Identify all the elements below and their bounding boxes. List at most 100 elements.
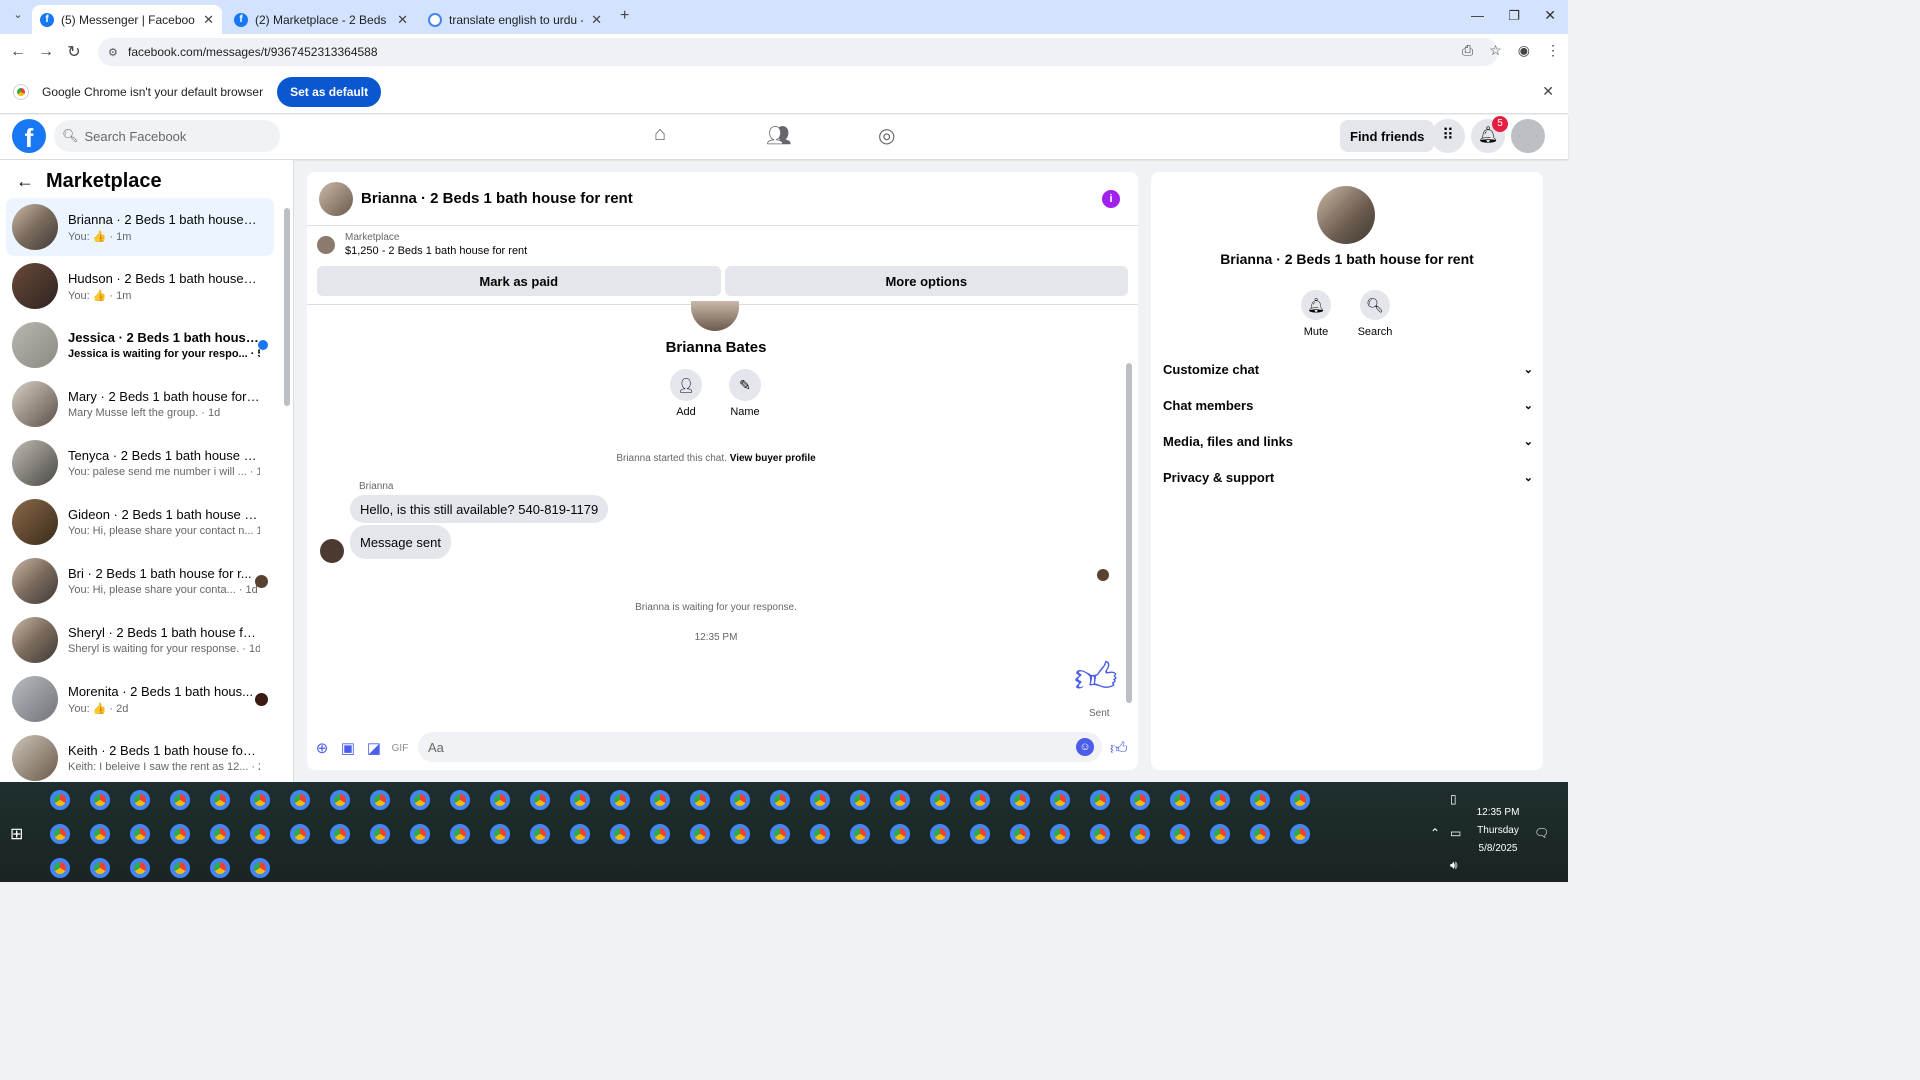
taskbar-app-icon[interactable] xyxy=(360,784,400,816)
taskbar-app-icon[interactable] xyxy=(240,852,280,884)
taskbar-app-icon[interactable] xyxy=(600,818,640,850)
set-as-default-button[interactable]: Set as default xyxy=(277,76,382,107)
facebook-logo[interactable]: f xyxy=(12,119,46,153)
taskbar-app-icon[interactable] xyxy=(560,818,600,850)
chat-members-section[interactable]: Chat members ⌄ xyxy=(1163,390,1533,420)
taskbar-app-icon[interactable] xyxy=(800,784,840,816)
close-window-icon[interactable]: ✕ xyxy=(1544,7,1556,24)
taskbar-app-icon[interactable] xyxy=(1080,784,1120,816)
taskbar-app-icon[interactable] xyxy=(400,784,440,816)
taskbar-app-icon[interactable] xyxy=(760,784,800,816)
taskbar-app-icon[interactable] xyxy=(920,784,960,816)
add-button[interactable]: 👤︎ Add xyxy=(666,369,706,418)
privacy-support-section[interactable]: Privacy & support ⌄ xyxy=(1163,462,1533,492)
find-friends-button[interactable]: Find friends xyxy=(1340,120,1435,152)
taskbar-app-icon[interactable] xyxy=(120,818,160,850)
taskbar-app-icon[interactable] xyxy=(1280,818,1320,850)
taskbar-app-icon[interactable] xyxy=(160,818,200,850)
site-info-icon[interactable]: ⚙ xyxy=(108,46,118,59)
close-tab-icon[interactable]: ✕ xyxy=(591,12,602,28)
conversation-item[interactable]: Sheryl · 2 Beds 1 bath house for ... Sher… xyxy=(6,611,274,669)
taskbar-app-icon[interactable] xyxy=(960,818,1000,850)
taskbar-app-icon[interactable] xyxy=(80,818,120,850)
home-icon[interactable]: ⌂ xyxy=(654,123,666,146)
close-tab-icon[interactable]: ✕ xyxy=(203,12,214,28)
name-button[interactable]: ✎ Name xyxy=(725,369,765,418)
gif-icon[interactable]: GIF xyxy=(387,743,413,754)
volume-icon[interactable]: 🔊︎ xyxy=(1450,858,1458,873)
taskbar-app-icon[interactable] xyxy=(760,818,800,850)
new-tab-icon[interactable]: + xyxy=(620,7,629,25)
taskbar-app-icon[interactable] xyxy=(440,818,480,850)
message-input[interactable]: Aa ☺ xyxy=(418,732,1102,762)
taskbar-app-icon[interactable] xyxy=(1000,784,1040,816)
taskbar-app-icon[interactable] xyxy=(360,818,400,850)
system-clock[interactable]: 12:35 PM Thursday 5/8/2025 xyxy=(1468,804,1528,858)
scrollbar-thumb[interactable] xyxy=(284,208,290,406)
menu-dots-icon[interactable]: ⋮ xyxy=(1546,42,1560,59)
taskbar-app-icon[interactable] xyxy=(800,818,840,850)
taskbar-app-icon[interactable] xyxy=(1040,784,1080,816)
taskbar-app-icon[interactable] xyxy=(1160,784,1200,816)
taskbar-app-icon[interactable] xyxy=(80,784,120,816)
taskbar-app-icon[interactable] xyxy=(560,784,600,816)
taskbar-app-icon[interactable] xyxy=(840,784,880,816)
listing-summary[interactable]: Marketplace $1,250 - 2 Beds 1 bath house… xyxy=(317,232,527,257)
taskbar-app-icon[interactable] xyxy=(1000,818,1040,850)
taskbar-app-icon[interactable] xyxy=(1280,784,1320,816)
taskbar-app-icon[interactable] xyxy=(1200,818,1240,850)
taskbar-app-icon[interactable] xyxy=(640,818,680,850)
taskbar-app-icon[interactable] xyxy=(40,818,80,850)
taskbar-app-icon[interactable] xyxy=(120,784,160,816)
media-files-links-section[interactable]: Media, files and links ⌄ xyxy=(1163,426,1533,456)
taskbar-app-icon[interactable] xyxy=(1120,784,1160,816)
taskbar-app-icon[interactable] xyxy=(720,784,760,816)
more-options-button[interactable]: More options xyxy=(724,266,1128,296)
network-icon[interactable]: ▭ xyxy=(1450,826,1461,840)
chat-title[interactable]: Brianna · 2 Beds 1 bath house for rent xyxy=(361,190,633,207)
search-input[interactable]: 🔍︎ Search Facebook xyxy=(54,120,280,152)
taskbar-app-icon[interactable] xyxy=(200,818,240,850)
avatar[interactable] xyxy=(1317,186,1375,244)
scrollbar-thumb[interactable] xyxy=(1126,363,1132,703)
profile-icon[interactable]: ◉ xyxy=(1518,42,1530,59)
windows-start-icon[interactable]: ⊞ xyxy=(10,824,23,844)
search-in-chat-button[interactable]: 🔍︎ Search xyxy=(1350,290,1400,338)
close-tab-icon[interactable]: ✕ xyxy=(397,12,408,28)
minimize-icon[interactable]: — xyxy=(1471,8,1484,23)
taskbar-app-icon[interactable] xyxy=(280,818,320,850)
photo-icon[interactable]: ▣ xyxy=(335,739,361,757)
tab-search-icon[interactable]: ⌄ xyxy=(4,8,32,21)
conversation-item[interactable]: Gideon · 2 Beds 1 bath house for... You: … xyxy=(6,493,274,551)
conversation-item[interactable]: Brianna · 2 Beds 1 bath house fo... You: … xyxy=(6,198,274,256)
conversation-item[interactable]: Morenita · 2 Beds 1 bath hous... You: 👍 ·… xyxy=(6,670,274,728)
conversation-item[interactable]: Mary · 2 Beds 1 bath house for r... Mary … xyxy=(6,375,274,433)
tray-chevron-icon[interactable]: ⌃ xyxy=(1430,826,1440,840)
taskbar-app-icon[interactable] xyxy=(240,784,280,816)
url-field[interactable]: ⚙ facebook.com/messages/t/93674523133645… xyxy=(98,38,1498,66)
taskbar-app-icon[interactable] xyxy=(960,784,1000,816)
emoji-icon[interactable]: ☺ xyxy=(1076,738,1094,756)
taskbar-app-icon[interactable] xyxy=(520,784,560,816)
notifications-center-icon[interactable]: 🗨︎ xyxy=(1534,826,1549,840)
taskbar-app-icon[interactable] xyxy=(160,852,200,884)
taskbar-app-icon[interactable] xyxy=(320,784,360,816)
install-app-icon[interactable]: ⎙ xyxy=(1462,42,1473,59)
tab-messenger[interactable]: f (5) Messenger | Facebook ✕ xyxy=(32,5,222,34)
info-icon[interactable]: i xyxy=(1102,190,1120,208)
taskbar-app-icon[interactable] xyxy=(520,818,560,850)
taskbar-app-icon[interactable] xyxy=(1240,784,1280,816)
mark-as-paid-button[interactable]: Mark as paid xyxy=(317,266,721,296)
taskbar-app-icon[interactable] xyxy=(280,784,320,816)
taskbar-app-icon[interactable] xyxy=(920,818,960,850)
taskbar-app-icon[interactable] xyxy=(80,852,120,884)
taskbar-app-icon[interactable] xyxy=(840,818,880,850)
conversation-item[interactable]: Keith · 2 Beds 1 bath house for r... Keit… xyxy=(6,729,274,782)
reload-icon[interactable]: ↻ xyxy=(60,42,88,62)
conversation-item[interactable]: Jessica · 2 Beds 1 bath house f... Jessic… xyxy=(6,316,274,374)
forward-icon[interactable]: → xyxy=(32,43,60,61)
bookmark-star-icon[interactable]: ☆ xyxy=(1489,42,1502,59)
taskbar-app-icon[interactable] xyxy=(600,784,640,816)
message-bubble[interactable]: Message sent xyxy=(350,525,451,559)
tab-marketplace[interactable]: f (2) Marketplace - 2 Beds 1 bath ✕ xyxy=(226,5,416,34)
